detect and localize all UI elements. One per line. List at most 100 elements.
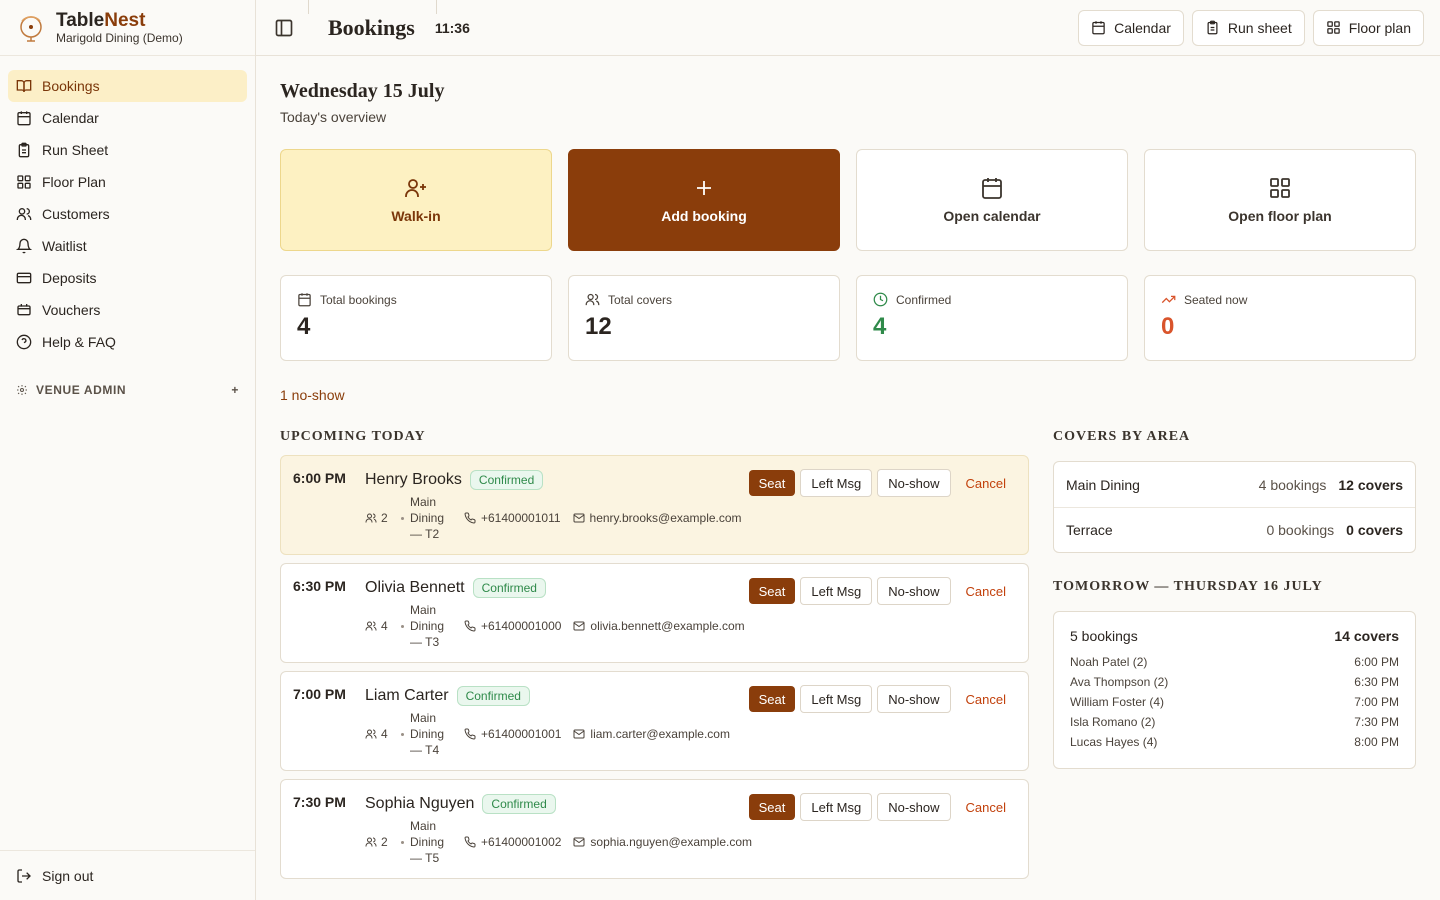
list-item[interactable]: Ava Thompson (2) 6:30 PM (1070, 672, 1399, 692)
guest-name: Noah Patel (2) (1070, 655, 1148, 669)
brand[interactable]: TableNest Marigold Dining (Demo) (0, 0, 255, 56)
users-icon (365, 621, 377, 631)
booking-card[interactable]: 6:00 PM Henry Brooks Confirmed 2 Main Din… (280, 455, 1029, 555)
no-show-button[interactable]: No-show (877, 577, 951, 605)
run-sheet-button-label: Run sheet (1227, 19, 1292, 36)
sign-out-button[interactable]: Sign out (0, 850, 255, 900)
users-icon (16, 208, 32, 220)
noshow-link[interactable]: 1 no-show (280, 387, 1416, 403)
content: Wednesday 15 July Today's overview Walk-… (256, 56, 1440, 879)
party-count: 2 (381, 835, 388, 849)
phone[interactable]: +61400001002 (464, 835, 561, 849)
add-booking-label: Add booking (661, 208, 747, 224)
booking-card[interactable]: 6:30 PM Olivia Bennett Confirmed 4 Main D… (280, 563, 1029, 663)
phone-icon (464, 836, 476, 848)
area-covers: 12 covers (1338, 476, 1403, 493)
stat-total-bookings: Total bookings 4 (280, 275, 552, 361)
sidebar-item-help[interactable]: Help & FAQ (8, 326, 247, 358)
clock-icon (873, 292, 888, 307)
sign-out-label: Sign out (42, 867, 94, 884)
help-circle-icon (16, 334, 32, 350)
calendar-button[interactable]: Calendar (1078, 9, 1184, 46)
party-size: 4 (365, 727, 401, 741)
guest-name: William Foster (4) (1070, 695, 1165, 709)
no-show-button[interactable]: No-show (877, 793, 951, 821)
email-address: henry.brooks@example.com (589, 511, 742, 525)
stat-value: 0 (1161, 313, 1175, 340)
sidebar-item-floor-plan[interactable]: Floor Plan (8, 166, 247, 198)
calendar-button-label: Calendar (1114, 19, 1171, 36)
cancel-button[interactable]: Cancel (956, 793, 1016, 821)
expand-icon[interactable]: + (231, 383, 239, 397)
email[interactable]: sophia.nguyen@example.com (573, 835, 752, 849)
seat-button[interactable]: Seat (748, 686, 796, 712)
guest-name: Henry Brooks (365, 471, 462, 488)
left-msg-button[interactable]: Left Msg (800, 577, 873, 605)
left-msg-button[interactable]: Left Msg (800, 469, 873, 497)
run-sheet-button[interactable]: Run sheet (1191, 9, 1305, 46)
sidebar-item-customers[interactable]: Customers (8, 198, 247, 230)
cancel-button[interactable]: Cancel (956, 685, 1016, 713)
status-badge: Confirmed (469, 470, 544, 490)
cancel-button[interactable]: Cancel (956, 469, 1016, 497)
list-item[interactable]: William Foster (4) 7:00 PM (1070, 692, 1399, 712)
table-area: Main Dining — T4 (410, 711, 445, 757)
party-size: 2 (365, 835, 401, 849)
sidebar-item-waitlist[interactable]: Waitlist (8, 230, 247, 262)
no-show-button[interactable]: No-show (877, 469, 951, 497)
divider (308, 0, 309, 14)
tablenest-logo-icon (20, 15, 42, 42)
upcoming-today: UPCOMING TODAY 6:00 PM Henry Brooks Conf… (280, 429, 1029, 879)
venue-admin-section[interactable]: VENUE ADMIN + (0, 380, 255, 400)
seat-button[interactable]: Seat (748, 470, 796, 496)
guest-time: 6:00 PM (1354, 655, 1399, 669)
booking-list: 6:00 PM Henry Brooks Confirmed 2 Main Din… (280, 455, 1029, 879)
dot-separator (401, 732, 404, 736)
email[interactable]: olivia.bennett@example.com (573, 619, 745, 633)
open-floor-plan-button[interactable]: Open floor plan (1144, 149, 1416, 251)
tomorrow-summary: 5 bookings 14 covers Noah Patel (2) 6:00 … (1053, 611, 1416, 769)
email[interactable]: henry.brooks@example.com (573, 511, 742, 525)
area-name: Main Dining (1066, 476, 1140, 493)
sidebar-item-bookings[interactable]: Bookings (8, 70, 247, 102)
left-msg-button[interactable]: Left Msg (800, 685, 873, 713)
list-item[interactable]: Isla Romano (2) 7:30 PM (1070, 712, 1399, 732)
walk-in-label: Walk-in (391, 208, 441, 224)
bell-icon (16, 238, 32, 254)
tomorrow-covers: 14 covers (1334, 628, 1399, 644)
list-item[interactable]: Noah Patel (2) 6:00 PM (1070, 652, 1399, 672)
booking-card[interactable]: 7:00 PM Liam Carter Confirmed 4 Main Dini… (280, 671, 1029, 771)
phone[interactable]: +61400001011 (464, 511, 561, 525)
phone[interactable]: +61400001001 (464, 727, 561, 741)
floor-plan-button-label: Floor plan (1348, 19, 1411, 36)
clock: 11:36 (434, 19, 470, 36)
booking-card[interactable]: 7:30 PM Sophia Nguyen Confirmed 2 Main Di… (280, 779, 1029, 879)
email[interactable]: liam.carter@example.com (573, 727, 730, 741)
stat-seated-now: Seated now 0 (1144, 275, 1416, 361)
phone[interactable]: +61400001000 (464, 619, 561, 633)
left-msg-button[interactable]: Left Msg (800, 793, 873, 821)
table-area: Main Dining — T5 (410, 819, 445, 865)
walk-in-button[interactable]: Walk-in (280, 149, 552, 251)
mail-icon (573, 513, 585, 523)
no-show-button[interactable]: No-show (877, 685, 951, 713)
sidebar-item-deposits[interactable]: Deposits (8, 262, 247, 294)
add-booking-button[interactable]: Add booking (568, 149, 840, 251)
sidebar-item-run-sheet[interactable]: Run Sheet (8, 134, 247, 166)
open-calendar-button[interactable]: Open calendar (856, 149, 1128, 251)
sidebar-toggle-icon[interactable] (274, 18, 294, 38)
sidebar-item-label: Vouchers (42, 302, 101, 318)
cancel-button[interactable]: Cancel (956, 577, 1016, 605)
party-count: 2 (381, 511, 388, 525)
stat-label: Total bookings (320, 292, 397, 307)
stat-cards: Total bookings 4 Total covers 12 Confirm… (280, 275, 1416, 361)
seat-button[interactable]: Seat (748, 794, 796, 820)
sidebar-item-calendar[interactable]: Calendar (8, 102, 247, 134)
floor-plan-button[interactable]: Floor plan (1312, 9, 1424, 46)
booking-time: 6:30 PM (293, 578, 346, 594)
area-row: Main Dining 4 bookings 12 covers (1054, 462, 1415, 507)
list-item[interactable]: Lucas Hayes (4) 8:00 PM (1070, 732, 1399, 752)
table-area: Main Dining — T3 (410, 603, 445, 649)
sidebar-item-vouchers[interactable]: Vouchers (8, 294, 247, 326)
seat-button[interactable]: Seat (748, 578, 796, 604)
